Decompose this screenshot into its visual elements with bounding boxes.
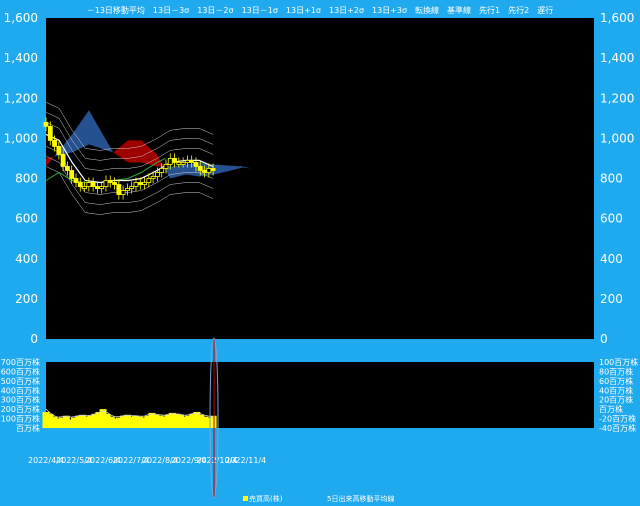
y-tick-right: 1,000 [600, 131, 634, 145]
candle-body [167, 158, 173, 165]
candle-body [60, 154, 66, 167]
candle-body [142, 182, 147, 185]
legend-volume-label: 売買高(株) [249, 494, 283, 503]
candle-body [189, 160, 195, 163]
candle-body [150, 176, 156, 179]
y-tick-right: 1,600 [600, 11, 634, 25]
y-tick-right: 400 [600, 252, 623, 266]
legend-volume-swatch [243, 496, 248, 501]
candle-body [86, 182, 92, 187]
volume-y-tick-right: 20百万株 [599, 395, 633, 405]
candle-body [99, 186, 105, 189]
candle-body [107, 180, 113, 183]
candle-body [172, 158, 177, 163]
y-tick-right: 200 [600, 292, 623, 306]
y-tick-right: 600 [600, 212, 623, 226]
candle-body [82, 186, 87, 189]
candle-body [73, 178, 79, 183]
y-tick-right: 800 [600, 172, 623, 186]
candle-body [43, 121, 49, 127]
candle-body [77, 182, 83, 187]
y-tick-left: 800 [15, 172, 38, 186]
candle-body [137, 182, 143, 185]
volume-y-tick-right: 百万株 [599, 404, 623, 414]
candle-body [112, 182, 117, 185]
candle-body [103, 180, 109, 187]
candle-body [90, 182, 96, 187]
y-tick-left: 1,400 [4, 51, 38, 65]
candle-body [176, 162, 182, 165]
y-tick-left: 1,200 [4, 91, 38, 105]
volume-y-tick-right: 100百万株 [599, 357, 638, 367]
x-tick: 2022/11/4 [225, 456, 266, 465]
y-tick-left: 400 [15, 252, 38, 266]
candle-body [210, 168, 216, 171]
candle-body [65, 166, 70, 171]
candle-body [193, 162, 199, 167]
candle-body [129, 186, 135, 189]
volume-y-tick-left: 500百万株 [1, 376, 40, 386]
volume-y-tick-left: 300百万株 [1, 395, 40, 405]
volume-y-tick-left: 600百万株 [1, 366, 40, 376]
candle-body [69, 170, 75, 179]
y-tick-right: 0 [600, 332, 608, 346]
stock-chart: －13日移動平均 13日－3σ 13日－2σ 13日－1σ 13日+1σ 13日… [0, 0, 640, 506]
y-tick-left: 600 [15, 212, 38, 226]
volume-y-tick-left: 700百万株 [1, 357, 40, 367]
volume-y-tick-right: 40百万株 [599, 385, 633, 395]
candle-body [180, 162, 186, 165]
candle-body [125, 188, 130, 191]
volume-y-tick-left: 400百万株 [1, 385, 40, 395]
volume-y-tick-right: -20百万株 [599, 414, 636, 424]
y-tick-left: 0 [30, 332, 38, 346]
candle-body [159, 168, 165, 173]
legend-ma-label: 5日出来高移動平均線 [327, 494, 394, 503]
volume-y-tick-right: -40百万株 [599, 423, 636, 433]
candle-body [154, 172, 160, 177]
candle-body [95, 186, 100, 189]
y-tick-left: 1,600 [4, 11, 38, 25]
y-tick-left: 1,000 [4, 131, 38, 145]
candle-body [184, 160, 190, 163]
volume-bar [209, 415, 217, 428]
candle-body [197, 166, 203, 171]
y-tick-right: 1,200 [600, 91, 634, 105]
candle-body [133, 182, 139, 187]
candle-body [146, 178, 152, 183]
volume-y-tick-left: 200百万株 [1, 404, 40, 414]
candle-body [206, 168, 212, 173]
volume-y-tick-left: 100百万株 [1, 414, 40, 424]
chart-svg: －13日移動平均 13日－3σ 13日－2σ 13日－1σ 13日+1σ 13日… [1, 5, 639, 503]
volume-y-tick-right: 80百万株 [599, 366, 633, 376]
y-tick-left: 200 [15, 292, 38, 306]
candle-body [120, 190, 126, 195]
candle-body [116, 184, 122, 195]
candle-body [56, 145, 62, 155]
y-tick-right: 1,400 [600, 51, 634, 65]
candle-body [47, 125, 53, 141]
volume-y-tick-left: 百万株 [16, 423, 40, 433]
candle-body [163, 164, 169, 169]
candle-body [202, 170, 207, 173]
volume-y-tick-right: 60百万株 [599, 376, 633, 386]
legend: －13日移動平均 13日－3σ 13日－2σ 13日－1σ 13日+1σ 13日… [87, 5, 554, 15]
candle-body [52, 139, 57, 147]
